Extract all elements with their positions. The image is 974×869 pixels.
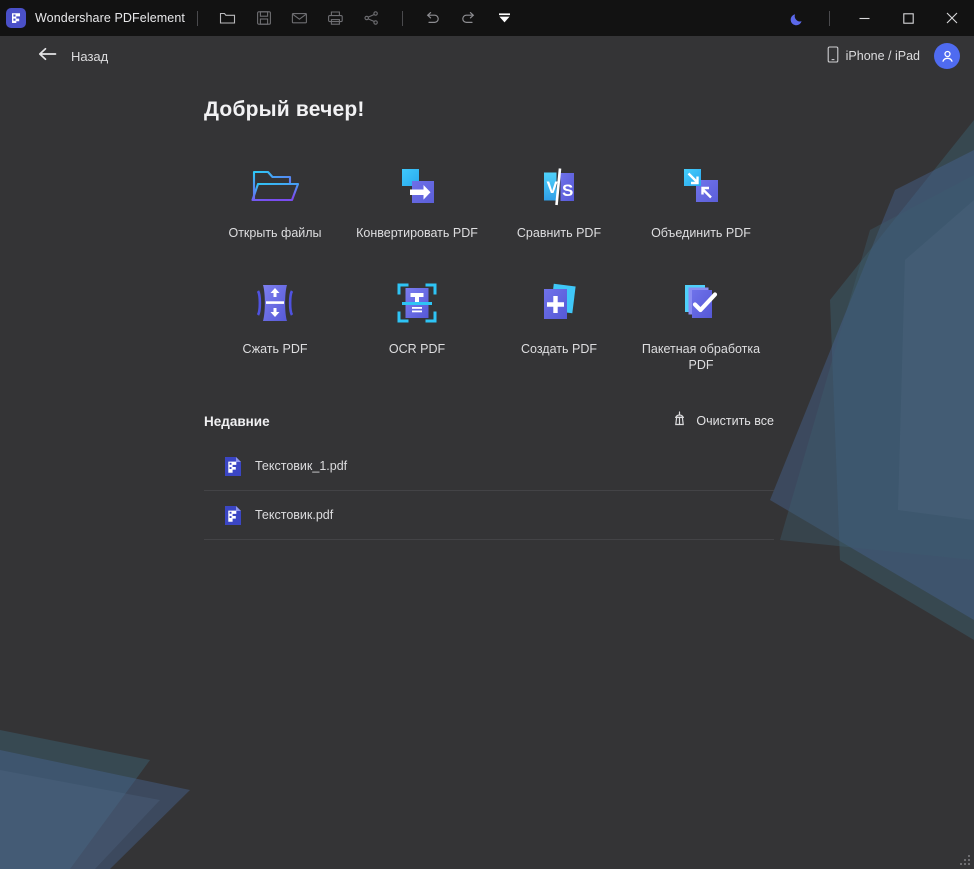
recent-file-row[interactable]: Текстовик_1.pdf <box>204 442 774 491</box>
app-window: Wondershare PDFelement Назад iPhone / iP… <box>0 0 974 869</box>
quick-action-grid: Открыть файлы Конвертировать PDF V S Сра… <box>204 155 974 373</box>
tile-label: OCR PDF <box>388 342 446 356</box>
back-button[interactable]: Назад <box>38 47 108 66</box>
batch-pdf-icon <box>673 275 729 331</box>
app-title: Wondershare PDFelement <box>35 11 185 25</box>
resize-grip[interactable] <box>959 854 971 866</box>
toolbar-divider-2 <box>401 10 403 26</box>
svg-text:V: V <box>547 178 559 197</box>
main-content: Добрый вечер! Открыть файлы Конвертирова… <box>0 98 974 540</box>
save-icon[interactable] <box>250 5 278 31</box>
redo-icon[interactable] <box>455 5 483 31</box>
broom-icon <box>672 411 687 431</box>
undo-icon[interactable] <box>419 5 447 31</box>
tile-open-files[interactable]: Открыть файлы <box>204 155 346 241</box>
title-bar: Wondershare PDFelement <box>0 0 974 36</box>
user-avatar-icon[interactable] <box>934 43 960 69</box>
tile-convert-pdf[interactable]: Конвертировать PDF <box>346 155 488 241</box>
create-pdf-icon <box>531 275 587 331</box>
convert-pdf-icon <box>389 159 445 215</box>
tile-label: Открыть файлы <box>228 226 322 240</box>
pdfelement-logo-icon <box>6 8 26 28</box>
clear-all-button[interactable]: Очистить все <box>672 411 774 431</box>
page-title: Добрый вечер! <box>204 98 365 121</box>
recent-file-row[interactable]: Текстовик.pdf <box>204 491 774 540</box>
moon-icon[interactable] <box>783 5 811 31</box>
more-dropdown-icon[interactable] <box>491 5 519 31</box>
maximize-icon[interactable] <box>886 0 930 36</box>
svg-text:S: S <box>562 181 573 200</box>
tile-compress-pdf[interactable]: Сжать PDF <box>204 271 346 373</box>
open-folder-icon <box>247 159 303 215</box>
tile-create-pdf[interactable]: Создать PDF <box>488 271 630 373</box>
toolbar-divider-1 <box>196 10 198 26</box>
arrow-left-icon <box>38 47 57 66</box>
minimize-icon[interactable] <box>842 0 886 36</box>
tile-batch-pdf[interactable]: Пакетная обработка PDF <box>630 271 772 373</box>
nav-bar: Назад iPhone / iPad <box>0 36 974 76</box>
share-icon[interactable] <box>358 5 386 31</box>
recent-title: Недавние <box>204 413 270 429</box>
ocr-pdf-icon <box>389 275 445 331</box>
tile-ocr-pdf[interactable]: OCR PDF <box>346 271 488 373</box>
tile-label: Конвертировать PDF <box>356 226 478 240</box>
mail-icon[interactable] <box>286 5 314 31</box>
titlebar-divider-3 <box>829 10 830 26</box>
tile-compare-pdf[interactable]: V S Сравнить PDF <box>488 155 630 241</box>
merge-pdf-icon <box>673 159 729 215</box>
recent-file-name: Текстовик.pdf <box>255 508 334 522</box>
compress-pdf-icon <box>247 275 303 331</box>
device-selector[interactable]: iPhone / iPad <box>827 46 920 66</box>
compare-pdf-icon: V S <box>531 159 587 215</box>
print-icon[interactable] <box>322 5 350 31</box>
pdf-file-icon <box>224 505 242 526</box>
clear-all-label: Очистить все <box>696 414 774 428</box>
phone-icon <box>827 46 839 66</box>
pdf-file-icon <box>224 456 242 477</box>
tile-label: Сравнить PDF <box>516 226 602 240</box>
open-folder-icon[interactable] <box>214 5 242 31</box>
device-label: iPhone / iPad <box>845 49 920 63</box>
tile-label: Создать PDF <box>521 342 597 356</box>
tile-merge-pdf[interactable]: Объединить PDF <box>630 155 772 241</box>
recent-files-list: Текстовик_1.pdf Текстовик.pdf <box>204 442 774 540</box>
tile-label: Сжать PDF <box>242 342 308 356</box>
tile-label: Пакетная обработка PDF <box>641 342 761 372</box>
back-label: Назад <box>71 48 109 64</box>
recent-section-header: Недавние Очистить все <box>204 411 774 431</box>
close-icon[interactable] <box>930 0 974 36</box>
tile-label: Объединить PDF <box>651 226 751 240</box>
recent-file-name: Текстовик_1.pdf <box>255 459 348 473</box>
